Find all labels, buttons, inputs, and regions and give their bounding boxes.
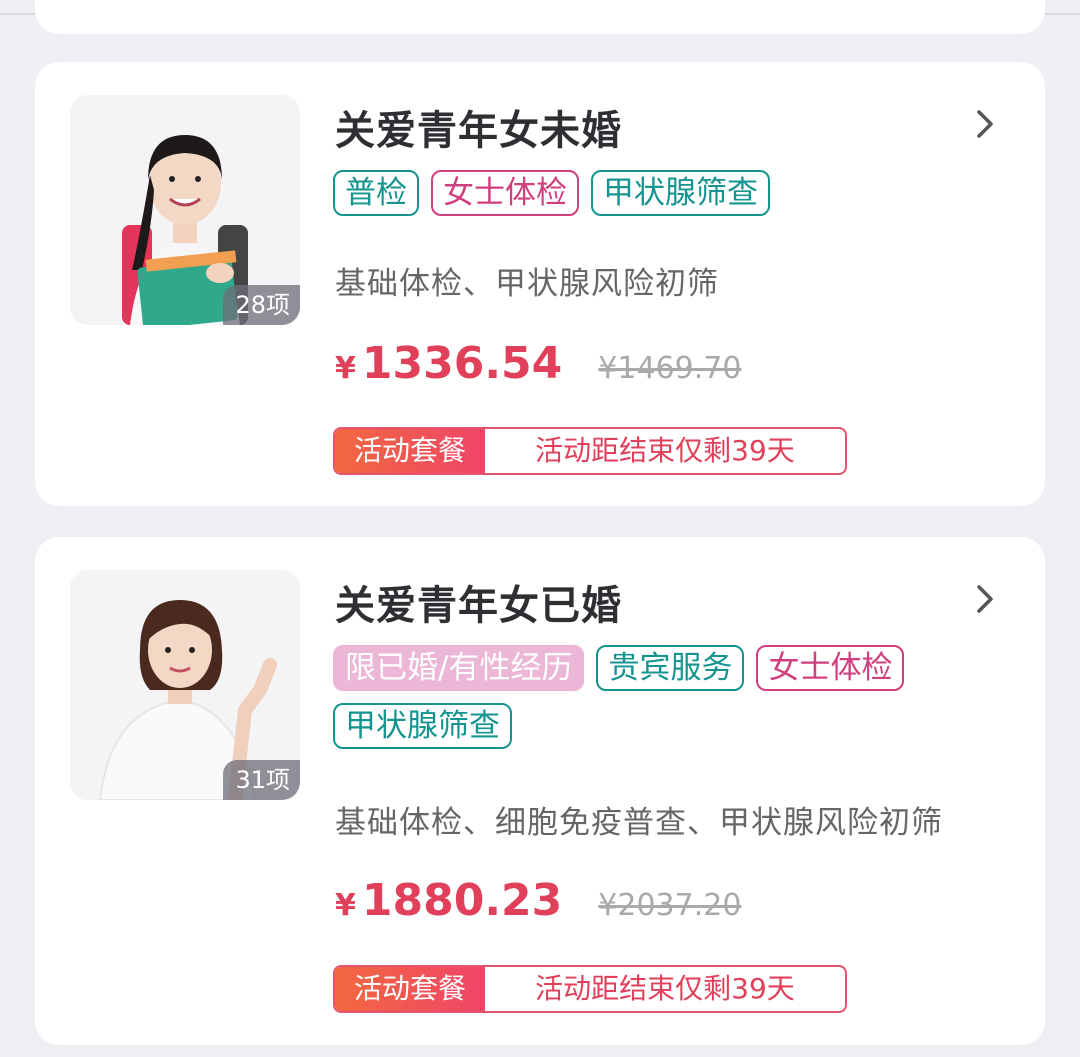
original-price: ¥2037.20 xyxy=(598,888,742,923)
promo-countdown: 活动距结束仅剩39天 xyxy=(535,434,795,467)
sale-price: 1336.54 xyxy=(361,338,563,389)
package-thumbnail: 31项 xyxy=(70,570,300,800)
tag: 女士体检 xyxy=(431,170,579,216)
promo-label: 活动套餐 xyxy=(335,429,485,473)
promo-label: 活动套餐 xyxy=(335,967,485,1011)
price-row: ¥ 1336.54 ¥1469.70 xyxy=(335,338,741,389)
tag: 女士体检 xyxy=(756,645,905,691)
tag: 限已婚/有性经历 xyxy=(333,645,585,691)
previous-card-stub xyxy=(35,0,1045,34)
chevron-right-icon[interactable] xyxy=(975,581,997,617)
item-count-badge: 28项 xyxy=(223,285,300,325)
currency-symbol: ¥ xyxy=(335,888,356,923)
promo-banner: 活动套餐 活动距结束仅剩39天 xyxy=(333,427,847,475)
original-price: ¥1469.70 xyxy=(598,351,742,386)
tag-list: 普检 女士体检 甲状腺筛查 xyxy=(333,170,1013,216)
package-card[interactable]: 31项 关爱青年女已婚 限已婚/有性经历 贵宾服务 女士体检 甲状腺筛查 基础体… xyxy=(35,537,1045,1045)
item-count-badge: 31项 xyxy=(223,760,300,800)
promo-countdown: 活动距结束仅剩39天 xyxy=(535,972,795,1005)
price-row: ¥ 1880.23 ¥2037.20 xyxy=(335,875,741,926)
promo-banner: 活动套餐 活动距结束仅剩39天 xyxy=(333,965,847,1013)
chevron-right-icon[interactable] xyxy=(975,106,997,142)
sale-price: 1880.23 xyxy=(361,875,563,926)
tag-list: 限已婚/有性经历 贵宾服务 女士体检 甲状腺筛查 xyxy=(333,645,1013,749)
package-title[interactable]: 关爱青年女未婚 xyxy=(335,98,622,156)
tag: 甲状腺筛查 xyxy=(591,170,770,216)
package-thumbnail: 28项 xyxy=(70,95,300,325)
tag: 甲状腺筛查 xyxy=(333,703,512,749)
tag: 贵宾服务 xyxy=(596,645,745,691)
package-description: 基础体检、甲状腺风险初筛 xyxy=(335,266,719,302)
currency-symbol: ¥ xyxy=(335,351,356,386)
package-description: 基础体检、细胞免疫普查、甲状腺风险初筛 xyxy=(335,805,943,841)
package-card[interactable]: 28项 关爱青年女未婚 普检 女士体检 甲状腺筛查 基础体检、甲状腺风险初筛 ¥… xyxy=(35,62,1045,506)
tag: 普检 xyxy=(333,170,419,216)
package-title[interactable]: 关爱青年女已婚 xyxy=(335,573,622,631)
